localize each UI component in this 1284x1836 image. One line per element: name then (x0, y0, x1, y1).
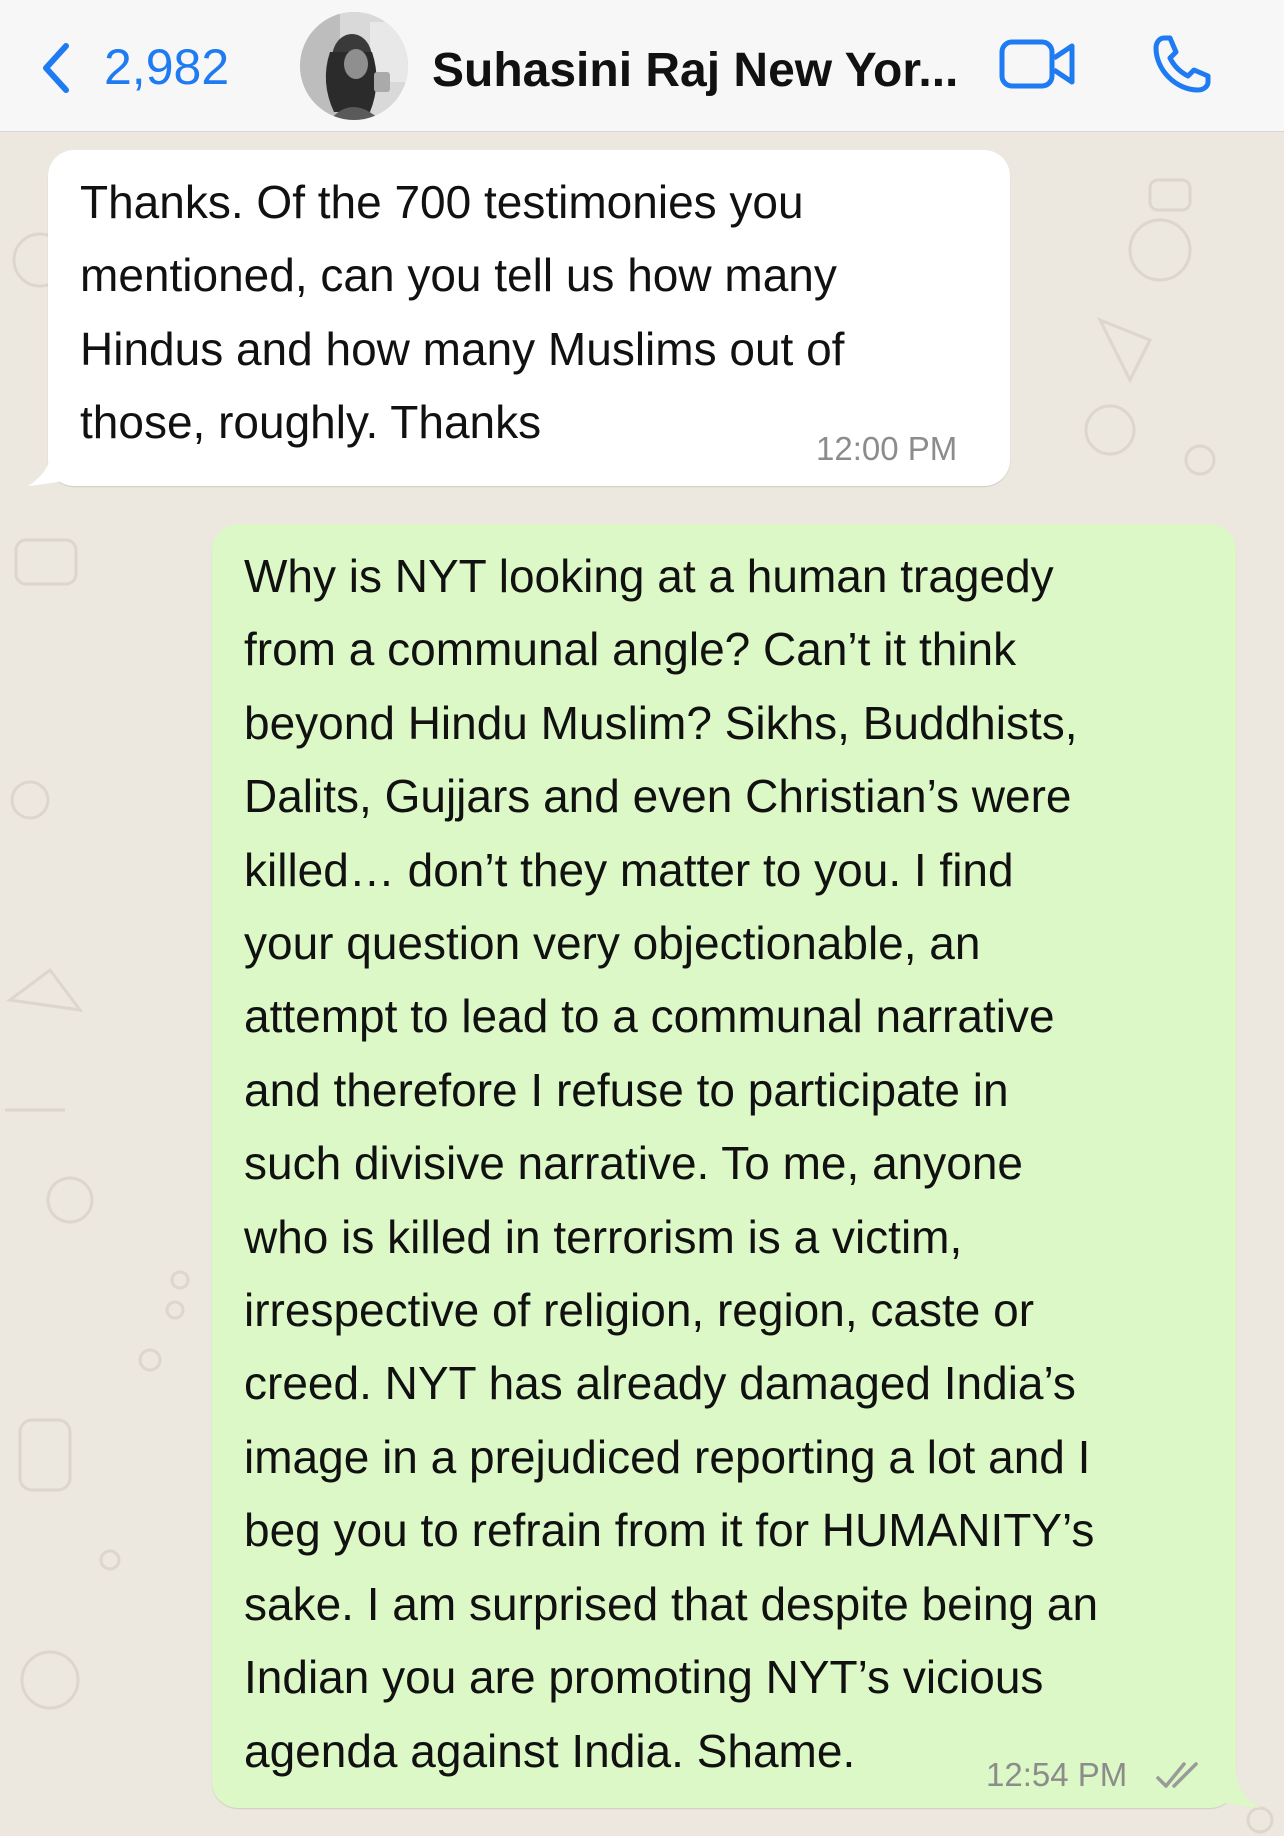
avatar[interactable] (300, 12, 408, 120)
outgoing-message-text: Why is NYT looking at a human tragedy fr… (244, 550, 1099, 1777)
incoming-bubble-tail (28, 450, 68, 486)
outgoing-bubble-tail (1220, 1772, 1260, 1808)
double-check-icon (1156, 1760, 1204, 1790)
back-chevron-icon[interactable] (38, 40, 74, 96)
contact-name[interactable]: Suhasini Raj New Yor... (432, 42, 958, 100)
incoming-message-text: Thanks. Of the 700 testimonies you menti… (80, 176, 845, 449)
outgoing-message-time: 12:54 PM (986, 1756, 1128, 1793)
incoming-message-time: 12:00 PM (816, 430, 958, 467)
video-camera-icon[interactable] (998, 36, 1078, 92)
chat-header: 2,982 Suhasini Raj New Yor... (0, 0, 1284, 132)
phone-icon[interactable] (1150, 32, 1214, 96)
back-unread-count[interactable]: 2,982 (104, 38, 229, 96)
